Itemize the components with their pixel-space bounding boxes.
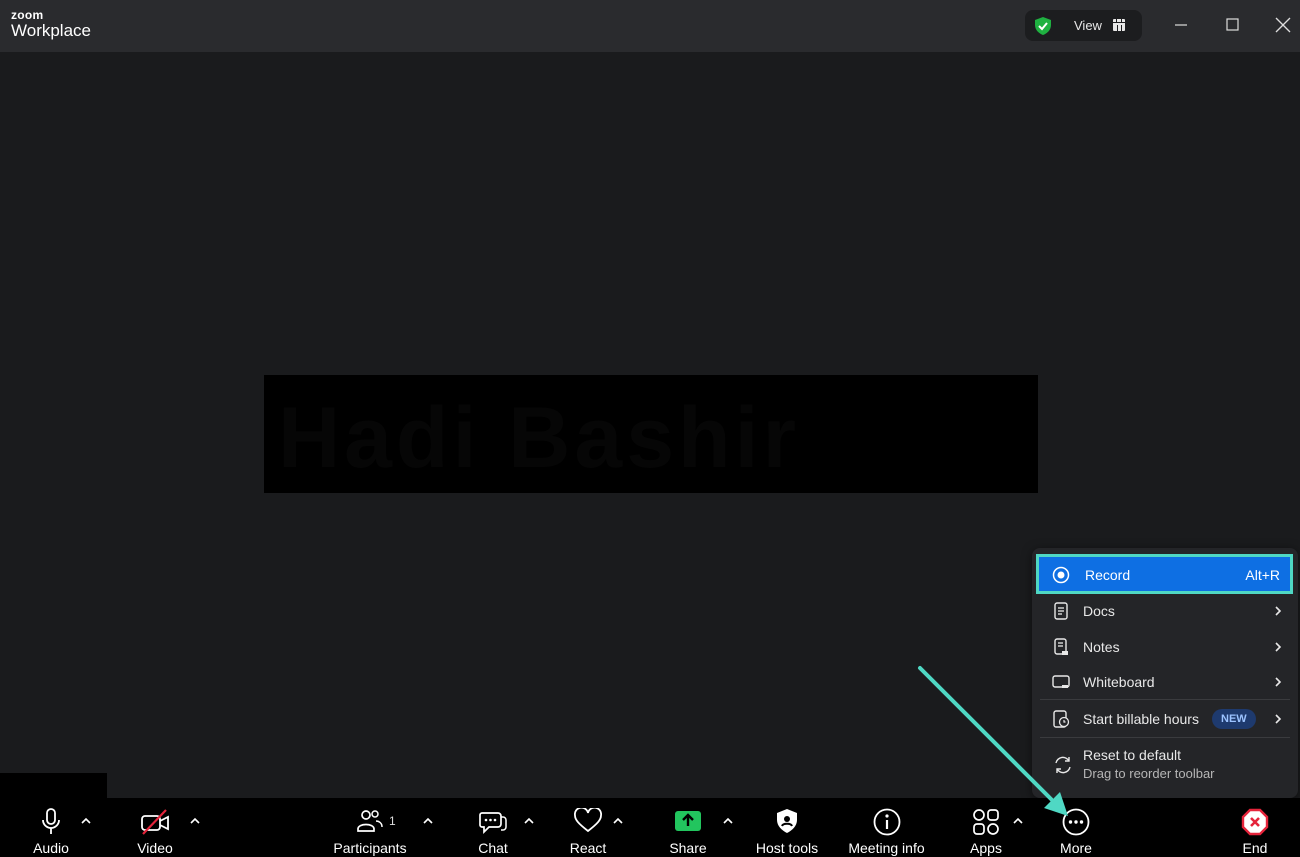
chevron-right-icon (1274, 712, 1282, 730)
notes-icon (1052, 638, 1070, 661)
logo-workplace-text: Workplace (11, 21, 91, 40)
participants-icon (357, 808, 383, 839)
chat-icon (479, 808, 507, 841)
record-icon (1052, 566, 1070, 589)
chevron-right-icon (1274, 640, 1282, 658)
notes-label: Notes (1083, 639, 1120, 655)
audio-label: Audio (33, 840, 69, 856)
participant-name-tile: Hadi Bashir (264, 375, 1038, 493)
video-off-icon (139, 808, 171, 841)
share-label: Share (669, 840, 707, 856)
end-button[interactable]: End (1230, 798, 1280, 857)
participants-label: Participants (333, 840, 407, 856)
billable-clock-icon (1052, 710, 1070, 733)
audio-button[interactable]: Audio (26, 798, 76, 857)
meeting-info-button[interactable]: Meeting info (844, 798, 929, 857)
billable-label: Start billable hours (1083, 711, 1199, 727)
end-meeting-icon (1241, 808, 1269, 841)
more-ellipsis-icon (1062, 808, 1090, 841)
menu-divider (1040, 737, 1290, 738)
host-tools-button[interactable]: Host tools (752, 798, 822, 857)
chat-label: Chat (478, 840, 508, 856)
meeting-toolbar: Audio Video Participants 1 Chat React Sh… (0, 798, 1300, 857)
menu-item-record[interactable]: Record Alt+R (1036, 554, 1293, 594)
participants-button[interactable]: Participants (330, 798, 410, 857)
view-label: View (1074, 18, 1102, 33)
reset-label: Reset to default (1083, 747, 1182, 763)
apps-label: Apps (970, 840, 1002, 856)
react-options-caret-icon[interactable] (612, 813, 624, 824)
chat-options-caret-icon[interactable] (523, 813, 535, 824)
chevron-right-icon (1274, 675, 1282, 693)
menu-divider (1040, 699, 1290, 700)
logo-zoom-text: zoom (11, 8, 44, 22)
participant-name: Hadi Bashir (278, 390, 800, 486)
more-menu: Record Alt+R Docs Notes Whiteboard Start… (1032, 548, 1298, 798)
zoom-workplace-logo: zoom Workplace (11, 9, 91, 39)
record-shortcut: Alt+R (1245, 567, 1280, 583)
meeting-info-label: Meeting info (848, 840, 925, 856)
share-button[interactable]: Share (663, 798, 713, 857)
chevron-right-icon (1274, 604, 1282, 622)
menu-item-reset-to-default[interactable]: Reset to default Drag to reorder toolbar (1040, 744, 1290, 790)
menu-item-whiteboard[interactable]: Whiteboard (1040, 665, 1290, 699)
react-button[interactable]: React (563, 798, 613, 857)
menu-item-start-billable-hours[interactable]: Start billable hours NEW (1040, 702, 1290, 736)
apps-icon (972, 808, 1000, 841)
apps-button[interactable]: Apps (961, 798, 1011, 857)
more-button[interactable]: More (1051, 798, 1101, 857)
host-tools-label: Host tools (755, 840, 819, 856)
share-screen-icon (674, 808, 702, 839)
whiteboard-icon (1052, 673, 1070, 696)
video-button[interactable]: Video (130, 798, 180, 857)
grid-view-icon (1112, 18, 1126, 37)
maximize-icon[interactable] (1221, 14, 1243, 36)
more-label: More (1060, 840, 1092, 856)
minimize-icon[interactable] (1170, 14, 1192, 36)
menu-item-docs[interactable]: Docs (1040, 594, 1290, 628)
host-shield-icon (775, 808, 799, 839)
menu-item-notes[interactable]: Notes (1040, 630, 1290, 664)
reset-sublabel: Drag to reorder toolbar (1083, 766, 1215, 781)
whiteboard-label: Whiteboard (1083, 674, 1155, 690)
reset-icon (1052, 755, 1074, 780)
heart-icon (574, 806, 602, 839)
view-button[interactable]: View (1025, 10, 1142, 41)
video-label: Video (137, 840, 173, 856)
title-bar: zoom Workplace View (0, 0, 1300, 52)
audio-options-caret-icon[interactable] (80, 813, 92, 824)
microphone-icon (39, 808, 63, 841)
react-label: React (569, 840, 607, 856)
participants-count: 1 (389, 814, 396, 828)
share-options-caret-icon[interactable] (722, 813, 734, 824)
new-badge: NEW (1212, 709, 1256, 729)
close-icon[interactable] (1272, 14, 1294, 36)
info-icon (873, 808, 901, 841)
record-label: Record (1085, 567, 1131, 583)
docs-label: Docs (1083, 603, 1115, 619)
chat-button[interactable]: Chat (468, 798, 518, 857)
security-shield-icon[interactable] (1033, 16, 1053, 41)
end-label: End (1242, 840, 1268, 856)
participants-options-caret-icon[interactable] (422, 813, 434, 824)
video-options-caret-icon[interactable] (189, 813, 201, 824)
apps-options-caret-icon[interactable] (1012, 813, 1024, 824)
docs-icon (1052, 602, 1070, 625)
